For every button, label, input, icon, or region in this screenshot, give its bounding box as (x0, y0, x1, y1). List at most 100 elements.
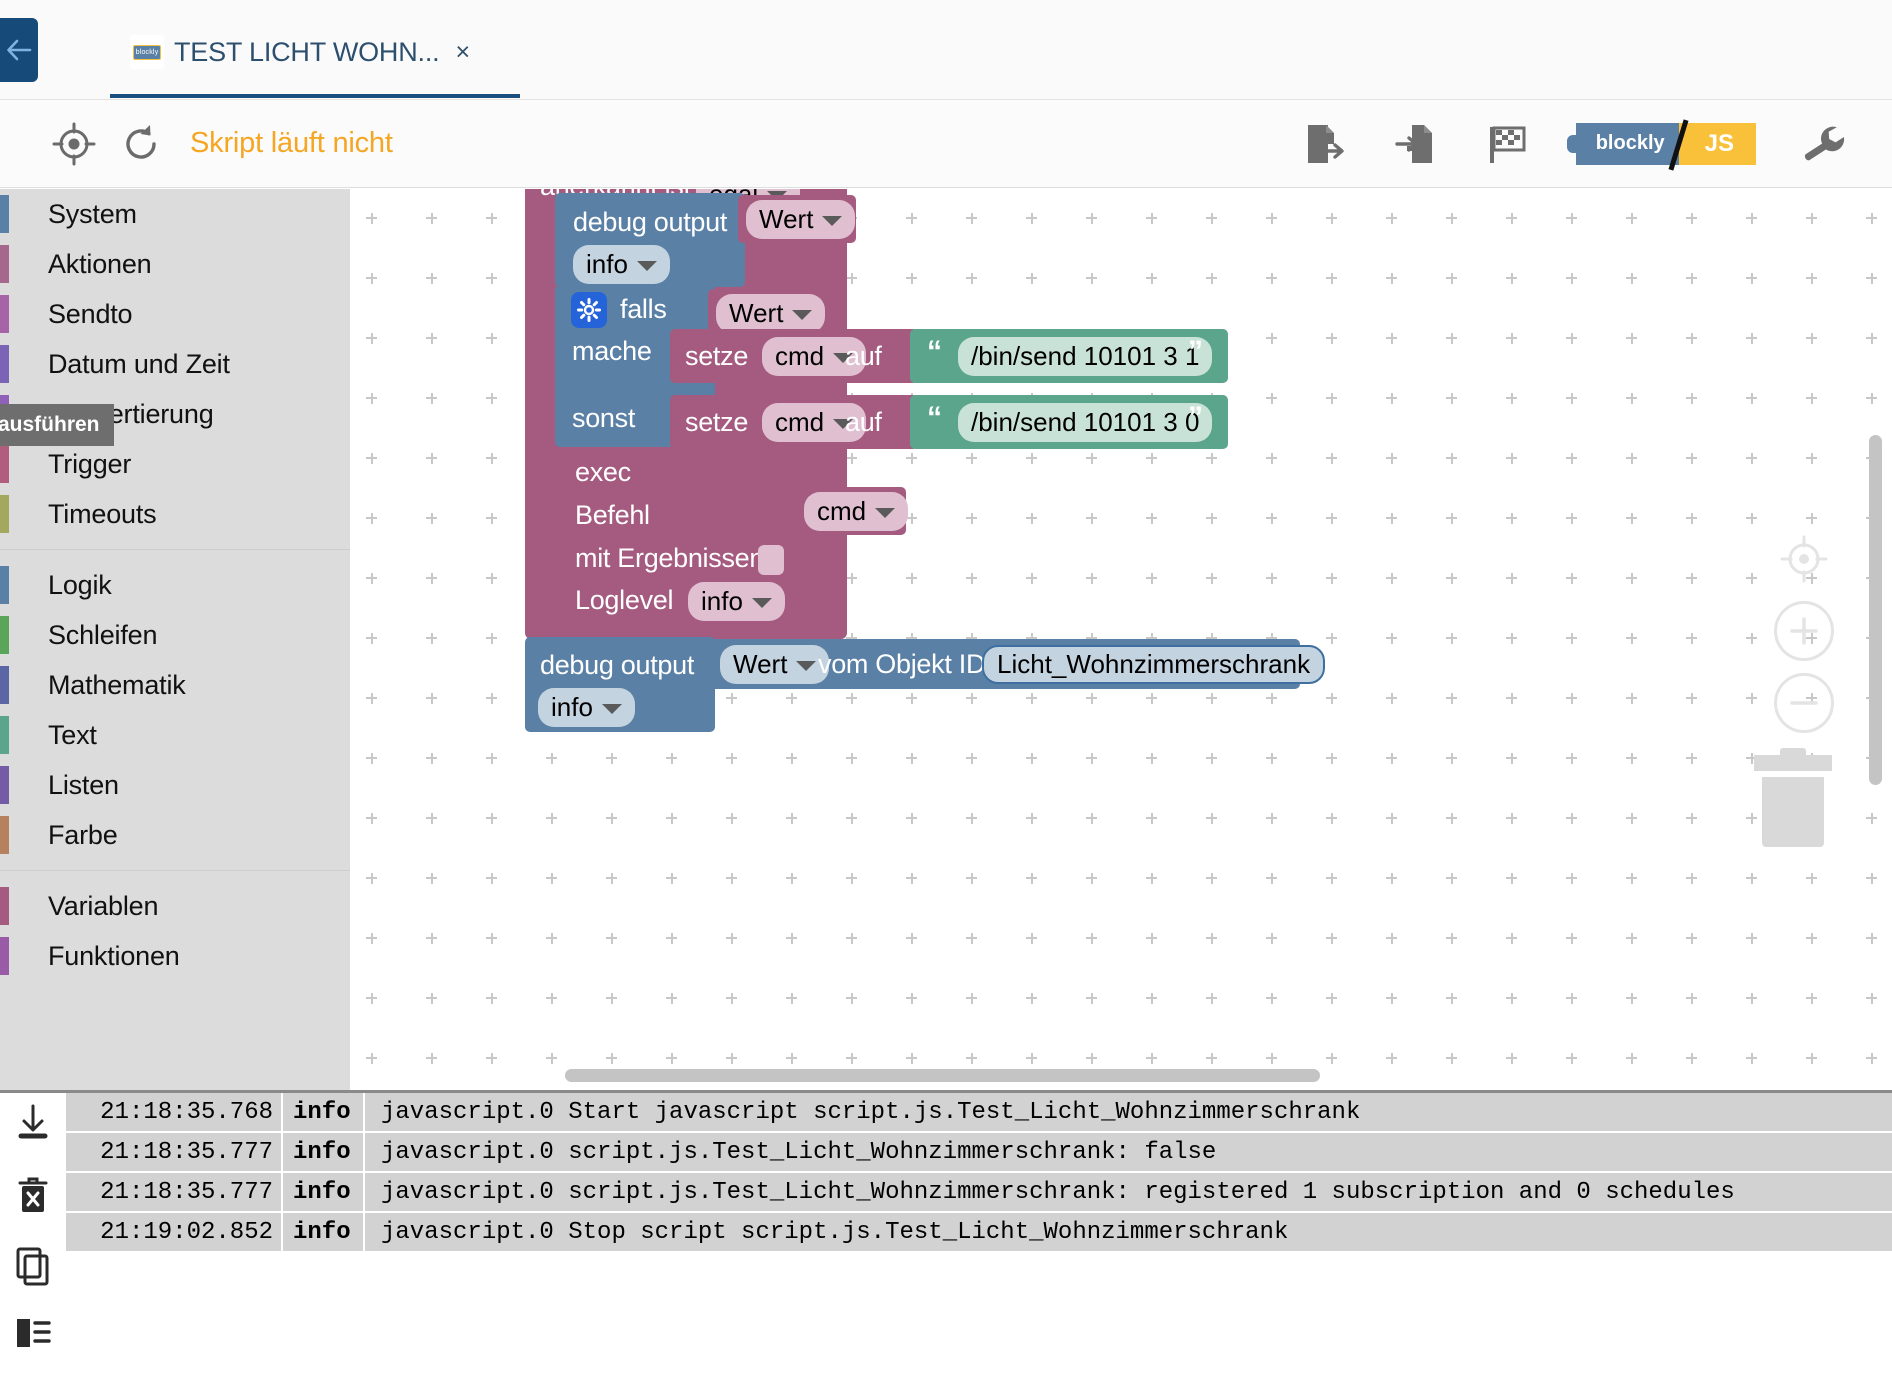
sidebar-item-mathematik[interactable]: Mathematik (0, 660, 350, 710)
toggle-layout-icon (17, 1319, 51, 1347)
trash-button[interactable] (1754, 748, 1832, 847)
blockly-js-toggle[interactable]: blockly JS (1566, 118, 1756, 171)
log-severity: info (283, 1093, 363, 1131)
log-message: javascript.0 script.js.Test_Licht_Wohnzi… (365, 1173, 1892, 1211)
blockly-workspace[interactable]: anerkannt ist egal debug output info Wer… (350, 189, 1892, 1090)
category-color-swatch (0, 445, 9, 483)
debug-output-2-severity-value: info (551, 692, 593, 722)
log-row[interactable]: 21:18:35.768 info javascript.0 Start javas… (66, 1093, 1892, 1131)
sidebar-item-trigger[interactable]: Trigger (0, 439, 350, 489)
object-id-label: vom Objekt ID (818, 649, 986, 679)
toolbox-sidebar: System Aktionen Sendto Datum und Zeit Konver… (0, 189, 350, 1090)
back-button[interactable] (0, 18, 38, 82)
chevron-down-icon (792, 309, 813, 320)
blockly-toggle-label: blockly (1566, 122, 1679, 165)
category-color-swatch (0, 345, 9, 383)
category-color-swatch (0, 295, 9, 333)
category-color-swatch (0, 887, 9, 925)
text-else-value[interactable]: /bin/send 10101 3 0 (958, 403, 1213, 442)
exec-results-checkbox[interactable] (758, 545, 784, 575)
debug-output-1-severity-value: info (586, 249, 628, 279)
value-wert-1-dropdown[interactable]: Wert (746, 200, 856, 239)
blockly-favicon-icon: blockly (130, 35, 164, 69)
workspace-horizontal-scrollbar[interactable] (565, 1069, 1320, 1082)
tooltip-text: ausführen (0, 413, 100, 436)
download-log-button[interactable] (15, 1103, 51, 1150)
exec-command-label: Befehl (575, 500, 650, 530)
log-message: javascript.0 script.js.Test_Licht_Wohnzi… (365, 1133, 1892, 1171)
sidebar-item-label: Datum und Zeit (48, 348, 230, 379)
sidebar-item-funktionen[interactable]: Funktionen (0, 931, 350, 981)
trash-can-icon (1762, 777, 1824, 847)
log-timestamp: 21:18:35.777 (66, 1133, 281, 1171)
tooltip: ausführen (0, 404, 114, 446)
if-label: falls (620, 294, 667, 324)
log-row[interactable]: 21:19:02.852 info javascript.0 Stop script… (66, 1213, 1892, 1251)
sidebar-item-sendto[interactable]: Sendto (0, 289, 350, 339)
sidebar-item-variablen[interactable]: Variablen (0, 881, 350, 931)
workspace-vertical-scrollbar[interactable] (1869, 435, 1882, 785)
sidebar-item-datum-und-zeit[interactable]: Datum und Zeit (0, 339, 350, 389)
center-workspace-button[interactable] (1774, 529, 1834, 589)
crosshair-target-icon[interactable] (52, 122, 96, 166)
zoom-out-button[interactable] (1774, 673, 1834, 733)
exec-command-var-value: cmd (817, 496, 867, 526)
log-row-list: 21:18:35.768 info javascript.0 Start javas… (66, 1093, 1892, 1388)
tab-close-button[interactable]: × (449, 38, 476, 67)
category-color-swatch (0, 245, 9, 283)
refresh-icon[interactable] (120, 123, 162, 165)
sidebar-item-farbe[interactable]: Farbe (0, 810, 350, 860)
debug-output-1-severity[interactable]: info (573, 245, 670, 284)
chevron-down-icon (636, 260, 657, 271)
debug-output-2-severity[interactable]: info (538, 688, 635, 727)
set-cmd-else-variable-value: cmd (775, 407, 825, 437)
category-color-swatch (0, 716, 9, 754)
clear-log-icon (18, 1177, 48, 1212)
condition-wert-dropdown[interactable]: Wert (716, 294, 826, 333)
object-value-dropdown-value: Wert (733, 649, 788, 679)
exec-command-var-dropdown[interactable]: cmd (804, 492, 909, 531)
sidebar-item-label: System (48, 198, 137, 229)
sidebar-item-system[interactable]: System (0, 189, 350, 239)
exec-loglevel-value: info (701, 586, 743, 616)
chevron-down-icon (601, 703, 622, 714)
set-cmd-else-set-label: setze (685, 407, 749, 437)
text-if-quote-close-icon: ” (1188, 335, 1203, 368)
sidebar-item-schleifen[interactable]: Schleifen (0, 610, 350, 660)
log-severity: info (283, 1133, 363, 1171)
copy-log-button[interactable] (14, 1245, 52, 1292)
toggle-layout-button[interactable] (14, 1316, 52, 1355)
zoom-in-button[interactable] (1774, 601, 1834, 661)
js-toggle-label: JS (1678, 122, 1756, 165)
sidebar-item-label: Listen (48, 769, 119, 800)
category-color-swatch (0, 195, 9, 233)
sidebar-item-label: Logik (48, 569, 112, 600)
trash-lid-icon (1754, 748, 1832, 771)
wrench-icon[interactable] (1800, 120, 1848, 168)
sidebar-item-text[interactable]: Text (0, 710, 350, 760)
clear-log-button[interactable] (16, 1174, 50, 1221)
import-blocks-icon[interactable] (1392, 120, 1440, 168)
sidebar-item-logik[interactable]: Logik (0, 560, 350, 610)
set-cmd-if-set-label: setze (685, 341, 749, 371)
text-else-value-text: /bin/send 10101 3 0 (971, 407, 1200, 437)
set-cmd-if-to-label: auf (845, 341, 882, 371)
log-row[interactable]: 21:18:35.777 info javascript.0 script.js.T… (66, 1173, 1892, 1211)
log-panel: 21:18:35.768 info javascript.0 Start javas… (0, 1090, 1892, 1388)
category-color-swatch (0, 616, 9, 654)
tab-test-licht-wohnzimmerschrank[interactable]: blockly TEST LICHT WOHN... × (110, 10, 520, 98)
checkered-flag-icon[interactable] (1484, 120, 1532, 168)
exec-loglevel-dropdown[interactable]: info (688, 582, 785, 621)
sidebar-item-aktionen[interactable]: Aktionen (0, 239, 350, 289)
export-blocks-icon[interactable] (1300, 120, 1348, 168)
sidebar-item-label: Trigger (48, 448, 132, 479)
object-value-dropdown[interactable]: Wert (720, 645, 830, 684)
text-if-value[interactable]: /bin/send 10101 3 1 (958, 337, 1213, 376)
chevron-down-icon (875, 507, 896, 518)
object-id-field[interactable]: Licht_Wohnzimmerschrank (982, 645, 1326, 684)
sidebar-item-listen[interactable]: Listen (0, 760, 350, 810)
sidebar-item-timeouts[interactable]: Timeouts (0, 489, 350, 539)
if-gear-icon[interactable] (571, 292, 607, 328)
log-row[interactable]: 21:18:35.777 info javascript.0 script.js.T… (66, 1133, 1892, 1171)
sidebar-item-label: Mathematik (48, 669, 186, 700)
